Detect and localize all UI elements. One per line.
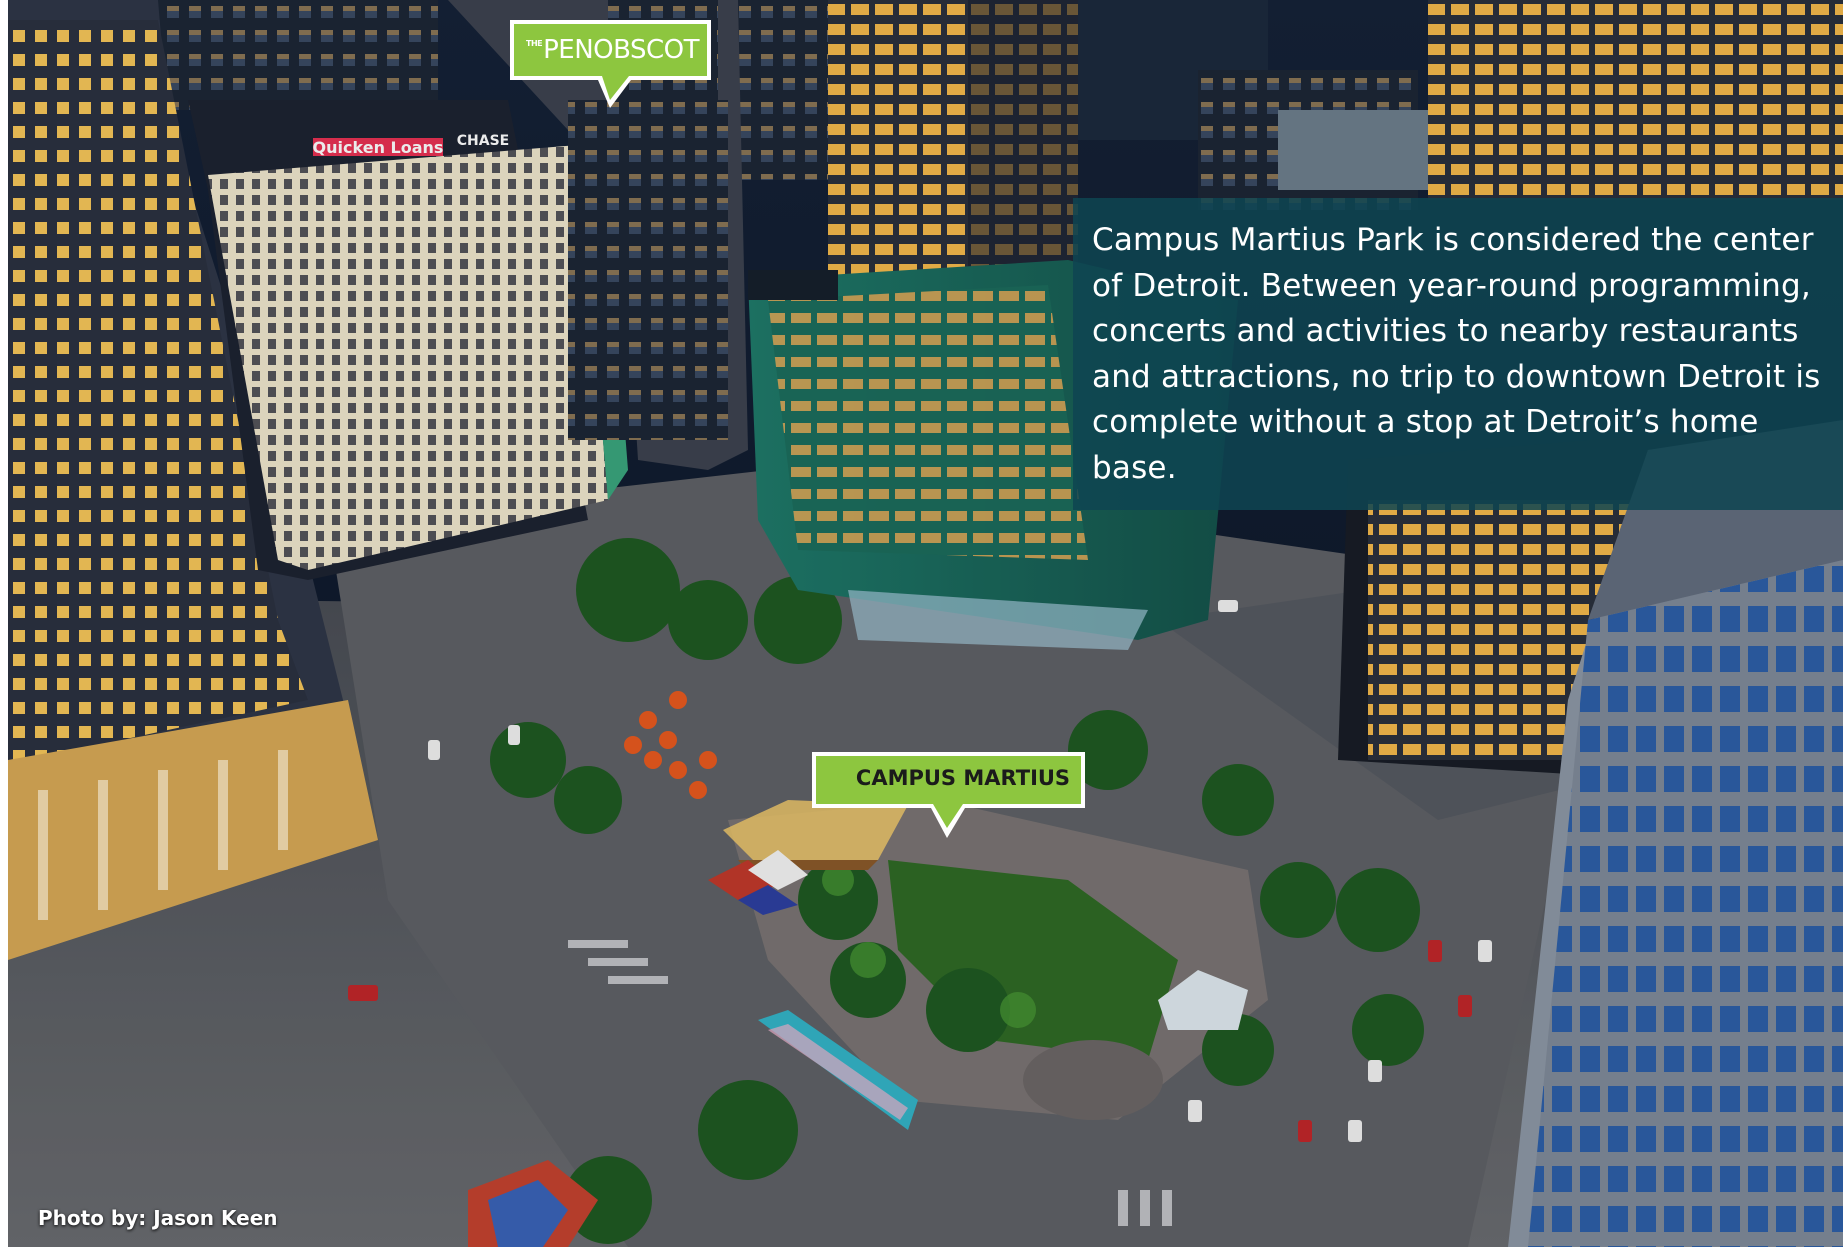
callout-text: Campus Martius Park is considered the ce… bbox=[1092, 222, 1821, 486]
penobscot-prefix: THE bbox=[526, 39, 543, 48]
penobscot-label-text: THEPENOBSCOT bbox=[526, 35, 700, 65]
penobscot-name: PENOBSCOT bbox=[543, 35, 700, 65]
photo-credit: Photo by: Jason Keen bbox=[38, 1206, 278, 1230]
aerial-photo: Quicken Loans CHASE bbox=[8, 0, 1843, 1247]
campus-martius-label-text: CAMPUS MARTIUS bbox=[855, 766, 1071, 790]
